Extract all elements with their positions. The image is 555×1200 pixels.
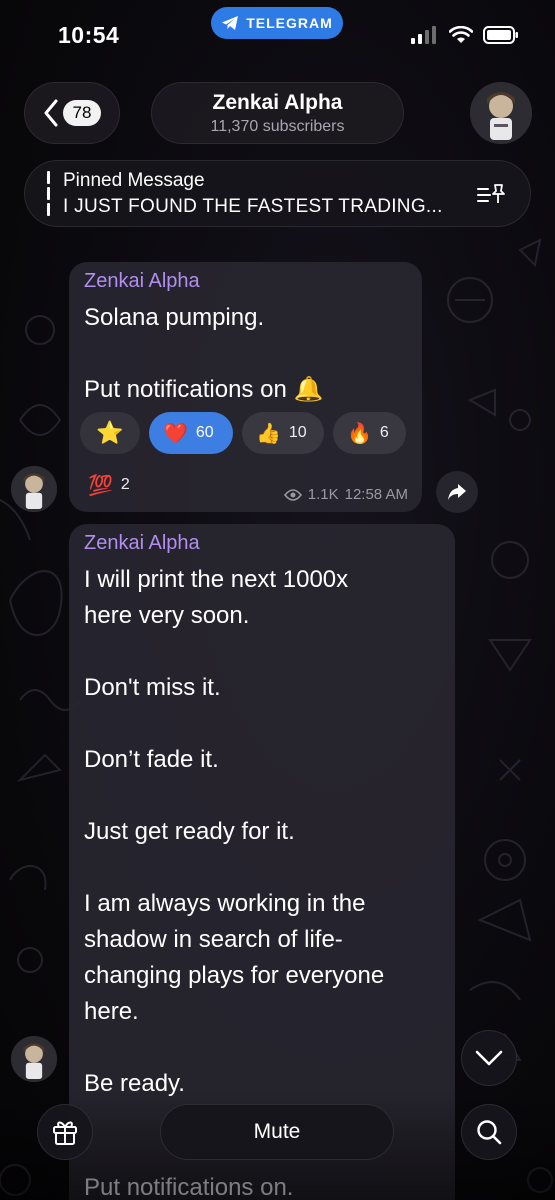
search-icon	[477, 1120, 502, 1145]
reaction-emoji: ❤️	[163, 422, 188, 445]
message-text: I will print the next 1000x here very so…	[84, 566, 385, 1097]
sender-avatar[interactable]	[11, 1036, 57, 1082]
unread-count-badge: 78	[63, 100, 101, 126]
reaction-emoji: 👍	[256, 422, 281, 445]
message-bubble-1[interactable]: Zenkai Alpha Solana pumping. Put notific…	[69, 262, 422, 512]
channel-title-button[interactable]: Zenkai Alpha 11,370 subscribers	[151, 82, 404, 144]
telegram-pill-label: TELEGRAM	[246, 15, 333, 31]
mute-button[interactable]: Mute	[160, 1104, 394, 1160]
battery-icon	[483, 26, 518, 44]
status-icons	[411, 26, 519, 44]
scroll-down-button[interactable]	[461, 1030, 517, 1086]
pin-list-icon[interactable]	[476, 183, 506, 207]
share-arrow-icon	[448, 484, 466, 500]
reaction-hundred[interactable]: 💯 2	[80, 464, 144, 506]
message-meta: 1.1K 12:58 AM	[283, 486, 408, 503]
pinned-message-bar[interactable]: Pinned Message I JUST FOUND THE FASTEST …	[24, 160, 531, 227]
reaction-heart[interactable]: ❤️ 60	[149, 412, 233, 454]
signal-icon	[411, 26, 436, 44]
reaction-thumbs-up[interactable]: 👍 10	[242, 412, 324, 454]
message-text-continued: Put notifications on.	[84, 1174, 294, 1200]
back-button[interactable]: 78	[24, 82, 120, 144]
telegram-pill[interactable]: TELEGRAM	[211, 7, 343, 39]
message-sender: Zenkai Alpha	[84, 270, 200, 292]
reaction-star[interactable]: ⭐	[80, 412, 140, 454]
chat-screen: 10:54 TELEGRAM 78 Zenkai Alpha 11,370 su…	[0, 0, 555, 1200]
avatar-image	[11, 466, 57, 512]
gift-icon	[53, 1121, 77, 1145]
pinned-text: I JUST FOUND THE FASTEST TRADING...	[63, 196, 443, 217]
avatar-image	[470, 82, 532, 144]
message-text: Solana pumping. Put notifications on 🔔	[84, 304, 324, 403]
reaction-count: 6	[379, 424, 389, 441]
status-time: 10:54	[58, 22, 120, 48]
message-time: 12:58 AM	[344, 486, 408, 503]
channel-avatar[interactable]	[470, 82, 532, 144]
reaction-count: 10	[288, 424, 307, 441]
status-bar: 10:54 TELEGRAM	[0, 0, 555, 72]
chevron-down-icon	[475, 1050, 503, 1066]
avatar-image	[11, 1036, 57, 1082]
reaction-emoji: 💯	[88, 474, 113, 497]
telegram-plane-icon	[222, 16, 239, 30]
forward-button[interactable]	[436, 471, 478, 513]
sender-avatar[interactable]	[11, 466, 57, 512]
message-sender: Zenkai Alpha	[84, 532, 200, 554]
reaction-emoji: ⭐	[96, 420, 124, 445]
eye-icon	[283, 488, 302, 501]
channel-title: Zenkai Alpha	[212, 91, 343, 114]
pinned-indicator	[47, 171, 50, 217]
search-button[interactable]	[461, 1104, 517, 1160]
reaction-fire[interactable]: 🔥 6	[333, 412, 406, 454]
reaction-emoji: 🔥	[347, 422, 372, 445]
subscriber-count: 11,370 subscribers	[210, 118, 345, 135]
reaction-count: 2	[120, 476, 130, 493]
wifi-icon	[449, 26, 473, 43]
view-count: 1.1K	[307, 486, 339, 503]
reaction-count: 60	[195, 424, 214, 441]
pinned-label: Pinned Message	[63, 170, 205, 191]
chevron-left-icon	[44, 99, 58, 127]
gift-button[interactable]	[37, 1104, 93, 1160]
